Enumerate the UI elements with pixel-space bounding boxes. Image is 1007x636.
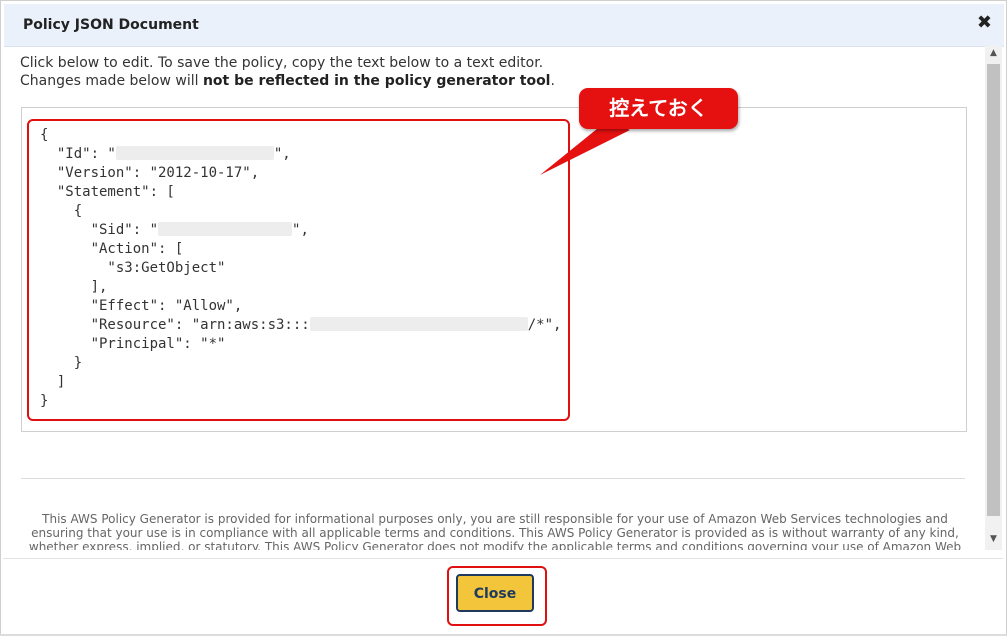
intro-text: Click below to edit. To save the policy,… xyxy=(20,54,555,90)
close-button[interactable]: Close xyxy=(456,574,534,612)
content-divider xyxy=(21,478,965,479)
callout-bubble: 控えておく xyxy=(579,88,738,129)
scroll-down-arrow-icon[interactable]: ▼ xyxy=(985,534,1002,546)
dialog-title-bar: Policy JSON Document ✖ xyxy=(4,4,1004,47)
intro-line-1: Click below to edit. To save the policy,… xyxy=(20,55,544,71)
dialog-title: Policy JSON Document xyxy=(23,17,199,33)
scroll-up-arrow-icon[interactable]: ▲ xyxy=(985,48,1002,60)
policy-highlight-box xyxy=(27,119,570,421)
callout-text: 控えておく xyxy=(609,96,708,120)
intro-line-2-prefix: Changes made below will xyxy=(20,73,203,89)
intro-line-2-bold: not be reflected in the policy generator… xyxy=(202,73,551,89)
vertical-scrollbar[interactable]: ▲ ▼ xyxy=(985,46,1002,550)
scrollbar-thumb[interactable] xyxy=(987,64,1000,516)
close-icon[interactable]: ✖ xyxy=(977,14,992,32)
intro-line-2-suffix: . xyxy=(550,73,555,89)
intro-line-2: Changes made below will not be reflected… xyxy=(20,72,555,90)
disclaimer-text: This AWS Policy Generator is provided fo… xyxy=(28,512,962,550)
